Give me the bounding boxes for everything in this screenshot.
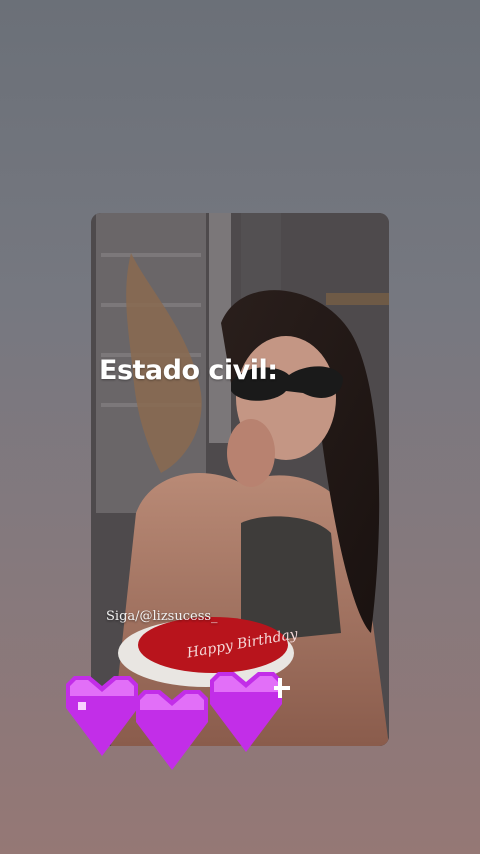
story-card[interactable]: Happy Birthday Estado civil: Siga/@lizsu… [91, 213, 389, 746]
pixel-hearts-sticker [66, 672, 290, 770]
pixel-heart-icon [210, 672, 290, 752]
story-photo: Happy Birthday [91, 213, 389, 746]
pixel-heart-icon [136, 690, 208, 770]
account-handle[interactable]: Siga/@lizsucess_ [106, 609, 218, 624]
pixel-heart-icon [66, 676, 138, 756]
story-caption: Estado civil: [99, 355, 278, 386]
